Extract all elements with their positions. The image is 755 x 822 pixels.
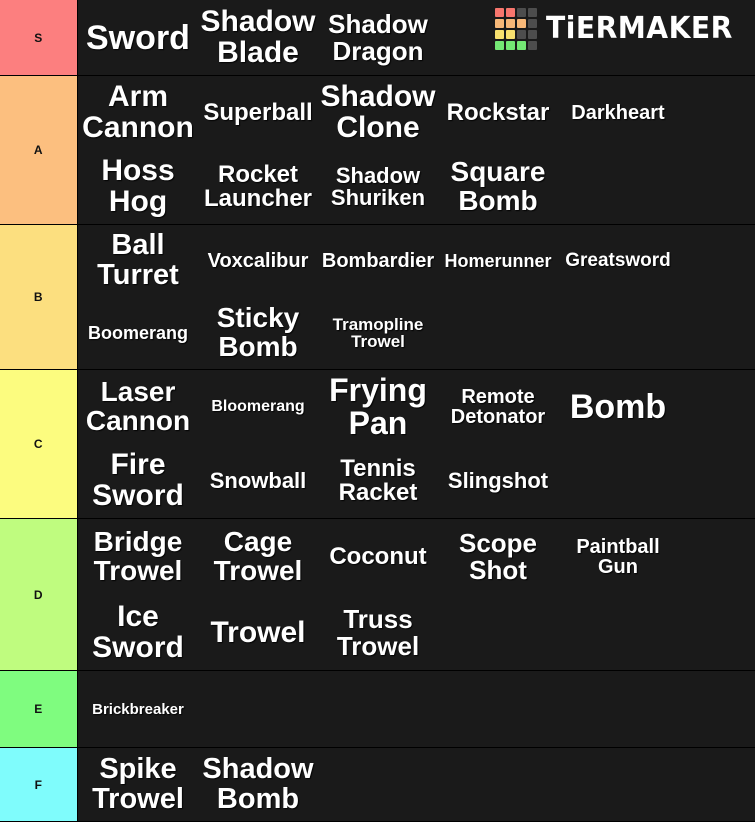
tier-item[interactable]: Shadow Blade: [198, 0, 318, 75]
tier-item[interactable]: Trowel: [198, 595, 318, 670]
tier-items-d[interactable]: Bridge Trowel Cage Trowel Coconut Scope …: [78, 519, 755, 670]
tier-item[interactable]: Fire Sword: [78, 444, 198, 518]
tier-label-s[interactable]: S: [0, 0, 78, 75]
tier-item[interactable]: Rockstar: [438, 76, 558, 150]
tiermaker-watermark: TiERMAKER: [495, 8, 745, 50]
tier-row-b: B Ball Turret Voxcalibur Bombardier Home…: [0, 225, 755, 370]
logo-swatch: [517, 19, 527, 28]
tier-item[interactable]: Brickbreaker: [78, 671, 198, 747]
tier-item[interactable]: Voxcalibur: [198, 225, 318, 297]
tier-list-board: S Sword Shadow Blade Shadow Dragon TiERM…: [0, 0, 755, 822]
tier-item[interactable]: Ice Sword: [78, 595, 198, 670]
tier-item[interactable]: Frying Pan: [318, 370, 438, 444]
tier-item[interactable]: Tennis Racket: [318, 444, 438, 518]
tier-row-f: F Spike Trowel Shadow Bomb: [0, 748, 755, 822]
tier-items-b[interactable]: Ball Turret Voxcalibur Bombardier Homeru…: [78, 225, 755, 369]
tier-row-e: E Brickbreaker: [0, 671, 755, 748]
tier-item[interactable]: Shadow Clone: [318, 76, 438, 150]
logo-swatch: [517, 41, 527, 50]
tier-item[interactable]: Sword: [78, 0, 198, 75]
tier-item[interactable]: Scope Shot: [438, 519, 558, 595]
tier-item[interactable]: Arm Cannon: [78, 76, 198, 150]
logo-swatch: [495, 41, 505, 50]
logo-swatch: [517, 8, 527, 17]
tier-item[interactable]: Snowball: [198, 444, 318, 518]
tier-row-s: S Sword Shadow Blade Shadow Dragon TiERM…: [0, 0, 755, 76]
tier-row-c: C Laser Cannon Bloomerang Frying Pan Rem…: [0, 370, 755, 519]
logo-swatch: [506, 30, 516, 39]
tier-item[interactable]: Paintball Gun: [558, 519, 678, 595]
tier-item[interactable]: Shadow Shuriken: [318, 150, 438, 224]
tier-label-c[interactable]: C: [0, 370, 78, 518]
tier-items-s[interactable]: Sword Shadow Blade Shadow Dragon TiERMAK…: [78, 0, 755, 75]
logo-swatch: [517, 30, 527, 39]
tier-item[interactable]: Superball: [198, 76, 318, 150]
tier-item[interactable]: Greatsword: [558, 225, 678, 297]
logo-swatch: [495, 19, 505, 28]
tier-item[interactable]: Sticky Bomb: [198, 297, 318, 369]
tiermaker-logo-grid-icon: [495, 8, 538, 50]
tier-items-f[interactable]: Spike Trowel Shadow Bomb: [78, 748, 755, 821]
tier-item[interactable]: Laser Cannon: [78, 370, 198, 444]
tier-row-a: A Arm Cannon Superball Shadow Clone Rock…: [0, 76, 755, 225]
tier-item[interactable]: Bridge Trowel: [78, 519, 198, 595]
tier-items-e[interactable]: Brickbreaker: [78, 671, 755, 747]
tier-item[interactable]: Homerunner: [438, 225, 558, 297]
logo-swatch: [506, 19, 516, 28]
tier-item[interactable]: Darkheart: [558, 76, 678, 150]
tier-item[interactable]: Remote Detonator: [438, 370, 558, 444]
tier-label-e[interactable]: E: [0, 671, 78, 747]
tier-item[interactable]: Coconut: [318, 519, 438, 595]
logo-swatch: [528, 19, 538, 28]
tier-item[interactable]: Truss Trowel: [318, 595, 438, 670]
tier-item[interactable]: Spike Trowel: [78, 748, 198, 821]
tier-label-d[interactable]: D: [0, 519, 78, 670]
logo-swatch: [506, 8, 516, 17]
tier-item[interactable]: Rocket Launcher: [198, 150, 318, 224]
logo-swatch: [528, 41, 538, 50]
tier-label-f[interactable]: F: [0, 748, 78, 821]
tier-label-b[interactable]: B: [0, 225, 78, 369]
tier-item[interactable]: Square Bomb: [438, 150, 558, 224]
tier-item[interactable]: Boomerang: [78, 297, 198, 369]
tier-label-a[interactable]: A: [0, 76, 78, 224]
tier-item[interactable]: Bomb: [558, 370, 678, 444]
logo-swatch: [495, 30, 505, 39]
tier-item[interactable]: Bombardier: [318, 225, 438, 297]
logo-swatch: [495, 8, 505, 17]
tier-item[interactable]: Bloomerang: [198, 370, 318, 444]
tier-items-a[interactable]: Arm Cannon Superball Shadow Clone Rockst…: [78, 76, 755, 224]
tier-item[interactable]: Shadow Dragon: [318, 0, 438, 75]
tier-item[interactable]: Tramopline Trowel: [318, 297, 438, 369]
tier-item[interactable]: Ball Turret: [78, 225, 198, 297]
tier-item[interactable]: Shadow Bomb: [198, 748, 318, 821]
tiermaker-wordmark: TiERMAKER: [546, 11, 734, 46]
logo-swatch: [506, 41, 516, 50]
tier-items-c[interactable]: Laser Cannon Bloomerang Frying Pan Remot…: [78, 370, 755, 518]
tier-item[interactable]: Hoss Hog: [78, 150, 198, 224]
tier-item[interactable]: Slingshot: [438, 444, 558, 518]
logo-swatch: [528, 30, 538, 39]
tier-row-d: D Bridge Trowel Cage Trowel Coconut Scop…: [0, 519, 755, 671]
tier-item[interactable]: Cage Trowel: [198, 519, 318, 595]
logo-swatch: [528, 8, 538, 17]
